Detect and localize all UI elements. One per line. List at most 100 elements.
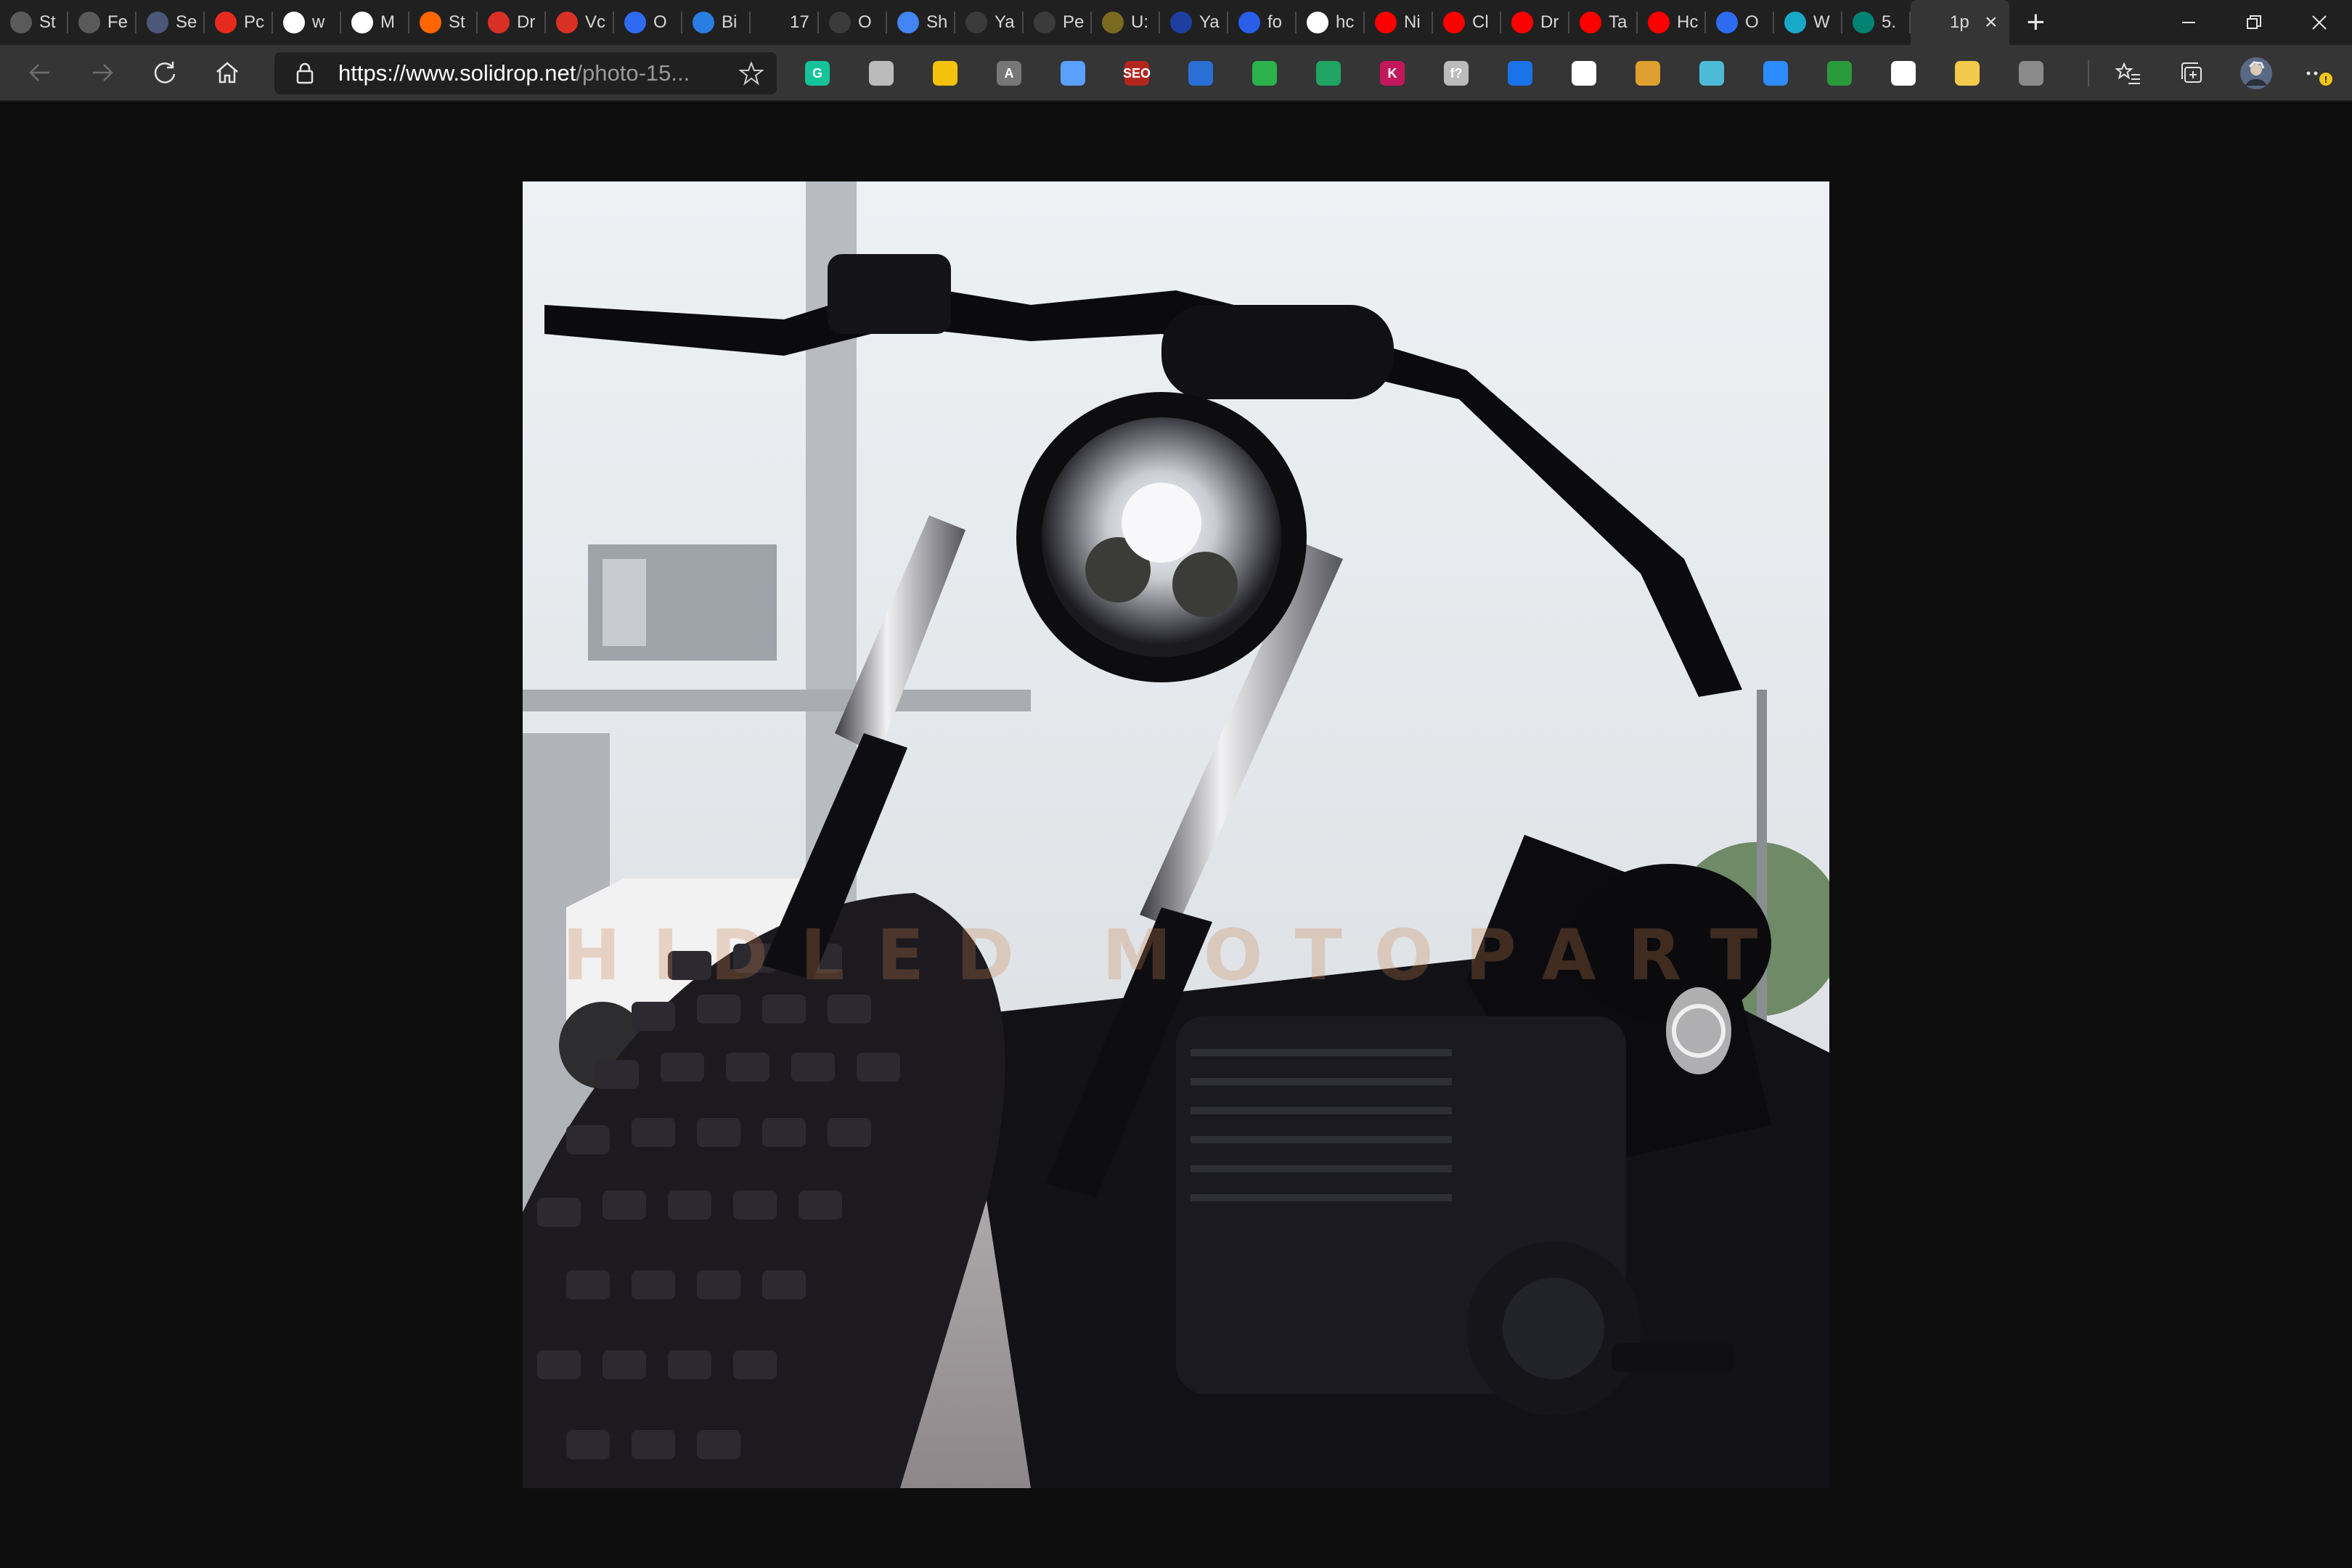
blank-icon: [1921, 12, 1943, 33]
url-path: /photo-15...: [576, 60, 690, 86]
restore-button[interactable]: [2221, 0, 2287, 45]
tab-10[interactable]: Bi: [682, 0, 751, 45]
tab-7[interactable]: Dr: [478, 0, 546, 45]
globe-icon: [965, 12, 987, 33]
favorite-star-button[interactable]: [738, 61, 764, 89]
extension-button-6[interactable]: [1169, 45, 1233, 102]
settings-more-button[interactable]: !: [2288, 45, 2352, 102]
tab-label: W: [1813, 12, 1830, 32]
tab-24[interactable]: Hc: [1638, 0, 1706, 45]
youtube-icon: [1511, 12, 1533, 33]
extension-button-3[interactable]: A: [977, 45, 1041, 102]
extension-button-9[interactable]: K: [1360, 45, 1424, 102]
reload-icon: [154, 62, 176, 83]
home-button[interactable]: [196, 44, 258, 101]
extension-button-12[interactable]: [1552, 45, 1616, 102]
tab-14[interactable]: Ya: [955, 0, 1024, 45]
toolbar-divider: [2088, 60, 2089, 86]
tab-17[interactable]: Ya: [1160, 0, 1228, 45]
forward-button[interactable]: [71, 44, 134, 101]
restore-icon: [2247, 15, 2261, 29]
tab-label: Vc: [585, 12, 606, 32]
extension-button-11[interactable]: [1488, 45, 1552, 102]
collections-icon: [2181, 62, 2202, 83]
tab-11[interactable]: 17: [751, 0, 819, 45]
browser-window: St Fe Se Pc w M St Dr Vc O Bi 17 O Sh Ya Pe U: Ya fo hc Ni Cl…: [0, 0, 2352, 1568]
tab-12[interactable]: O: [819, 0, 887, 45]
address-bar[interactable]: https://www.solidrop.net/photo-15...: [274, 52, 777, 94]
tab-15[interactable]: Pe: [1024, 0, 1092, 45]
new-tab-button[interactable]: +: [2027, 7, 2046, 38]
ted-icon: [215, 12, 237, 33]
blank-icon: [761, 12, 783, 33]
youtube-icon: [1443, 12, 1465, 33]
minimize-button[interactable]: [2156, 0, 2221, 45]
window-controls: [2156, 0, 2352, 45]
tab-18[interactable]: fo: [1228, 0, 1297, 45]
more-dots-icon: !: [2306, 71, 2332, 86]
tab-5[interactable]: M: [341, 0, 409, 45]
extension-button-13[interactable]: [1616, 45, 1680, 102]
tab-26[interactable]: W: [1774, 0, 1842, 45]
extension-button-8[interactable]: [1297, 45, 1360, 102]
tab-1[interactable]: Fe: [68, 0, 136, 45]
extension-button-2[interactable]: [913, 45, 977, 102]
close-tab-icon[interactable]: ×: [1985, 12, 1998, 33]
extension-button-16[interactable]: [1808, 45, 1871, 102]
tab-28[interactable]: 1p ×: [1911, 0, 2009, 45]
motorcycle-photo[interactable]: HIDLED MOTOPART: [523, 181, 1829, 1488]
tab-label: Dr: [517, 12, 536, 32]
extension-button-7[interactable]: [1233, 45, 1297, 102]
extension-button-10[interactable]: f?: [1424, 45, 1488, 102]
collections-button[interactable]: [2160, 45, 2224, 102]
screenshot-icon: [1827, 61, 1852, 86]
svg-text:!: !: [2324, 74, 2327, 85]
extension-button-15[interactable]: [1744, 45, 1808, 102]
tab-21[interactable]: Cl: [1433, 0, 1501, 45]
star-icon: [738, 61, 764, 86]
tab-2[interactable]: Se: [136, 0, 205, 45]
tab-3[interactable]: Pc: [205, 0, 273, 45]
motorcycle-illustration: [523, 181, 1829, 1488]
z-icon: [693, 12, 714, 33]
favorites-button[interactable]: [2096, 45, 2160, 102]
color-wheel-icon: [1955, 61, 1980, 86]
tab-25[interactable]: O: [1706, 0, 1774, 45]
back-button[interactable]: [9, 44, 71, 101]
tab-9[interactable]: O: [614, 0, 682, 45]
tab-27[interactable]: 5.: [1842, 0, 1911, 45]
tab-13[interactable]: Sh: [887, 0, 955, 45]
extension-button-0[interactable]: G: [785, 45, 849, 102]
tab-label: St: [39, 12, 56, 32]
react-icon: [1699, 61, 1724, 86]
extension-button-18[interactable]: [1935, 45, 1999, 102]
profile-button[interactable]: [2224, 45, 2288, 102]
photo-watermark: HIDLED MOTOPART: [562, 915, 1790, 996]
tab-label: U:: [1131, 12, 1148, 32]
circle-info-icon: [829, 12, 851, 33]
extension-button-17[interactable]: [1871, 45, 1935, 102]
tab-6[interactable]: St: [409, 0, 478, 45]
tab-8[interactable]: Vc: [546, 0, 614, 45]
reload-button[interactable]: [134, 44, 196, 101]
tab-19[interactable]: hc: [1297, 0, 1365, 45]
extension-button-5[interactable]: SEO: [1105, 45, 1169, 102]
tab-label: Bi: [722, 12, 738, 32]
tab-label: O: [653, 12, 667, 32]
tab-0[interactable]: St: [0, 0, 68, 45]
lock-icon[interactable]: [290, 62, 319, 85]
tab-16[interactable]: U:: [1092, 0, 1160, 45]
extension-button-19[interactable]: [1999, 45, 2063, 102]
tab-label: O: [858, 12, 872, 32]
extension-button-1[interactable]: [849, 45, 913, 102]
url-text[interactable]: https://www.solidrop.net/photo-15...: [338, 60, 690, 86]
tab-label: Ta: [1609, 12, 1628, 32]
close-window-button[interactable]: [2287, 0, 2352, 45]
tab-label: Se: [176, 12, 197, 32]
tab-4[interactable]: w: [273, 0, 341, 45]
extension-button-4[interactable]: [1041, 45, 1105, 102]
tab-22[interactable]: Dr: [1501, 0, 1569, 45]
extension-button-14[interactable]: [1680, 45, 1744, 102]
tab-20[interactable]: Ni: [1365, 0, 1433, 45]
tab-23[interactable]: Ta: [1569, 0, 1638, 45]
